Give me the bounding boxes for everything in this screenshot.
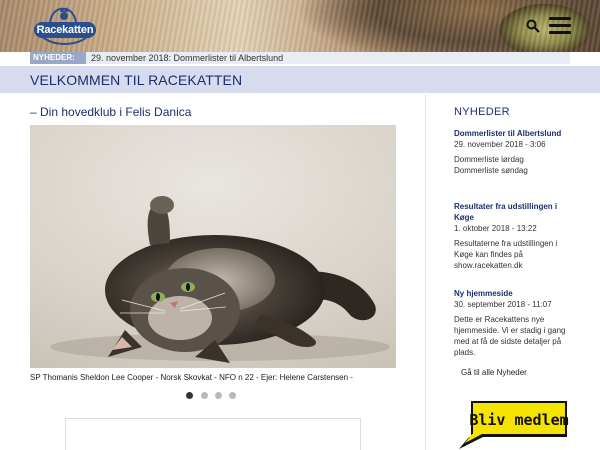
logo-text: Racekatten [34,22,96,38]
header-banner: Racekatten [0,0,600,52]
join-button-label: Bliv medlem [469,411,568,429]
slide-dot-2[interactable] [201,392,208,399]
cat-photo [50,196,390,363]
sidebar-divider [425,95,426,450]
news-headline-link[interactable]: Resultater fra udstillingen i Køge [454,201,574,223]
page-title: VELKOMMEN TIL RACEKATTEN [30,72,243,88]
news-item: Resultater fra udstillingen i Køge 1. ok… [454,201,574,271]
slide-dot-1[interactable] [186,392,193,399]
all-news-link[interactable]: Gå til alle Nyheder [461,368,527,377]
page-subtitle: – Din hovedklub i Felis Danica [30,105,192,119]
news-body-link[interactable]: Dommerliste søndag [454,165,574,176]
menu-icon-bar [549,31,571,34]
search-icon[interactable] [526,19,540,33]
menu-icon[interactable] [549,17,571,35]
slide-dot-3[interactable] [215,392,222,399]
slide-caption: SP Thomanis Sheldon Lee Cooper - Norsk S… [30,373,353,382]
ticker-headline-link[interactable]: 29. november 2018: Dommerlister til Albe… [91,52,283,64]
slideshow-image[interactable] [30,125,396,368]
sidebar-title: NYHEDER [454,106,510,118]
slideshow-pagination [186,392,242,400]
news-ticker: NYHEDER: 29. november 2018: Dommerlister… [30,52,570,64]
content-card [65,418,361,450]
welcome-bar: VELKOMMEN TIL RACEKATTEN [0,66,600,93]
join-button[interactable]: Bliv medlem [453,399,571,450]
ticker-label: NYHEDER: [30,52,86,64]
join-badge-icon: Bliv medlem [459,401,569,449]
news-date: 30. september 2018 - 11:07 [454,300,552,309]
news-item: Dommerlister til Albertslund 29. novembe… [454,128,574,176]
menu-icon-bar [549,24,571,27]
news-headline-link[interactable]: Ny hjemmeside [454,288,574,299]
news-body-link[interactable]: Dommerliste lørdag [454,154,574,165]
news-body: Resultaterne fra udstillingen i Køge kan… [454,239,558,270]
menu-icon-bar [549,17,571,20]
news-body: Dette er Racekattens nye hjemmeside. Vi … [454,315,566,357]
slide-dot-4[interactable] [229,392,236,399]
news-item: Ny hjemmeside 30. september 2018 - 11:07… [454,288,574,358]
news-date: 29. november 2018 - 3:06 [454,140,546,149]
news-headline-link[interactable]: Dommerlister til Albertslund [454,128,574,139]
news-date: 1. oktober 2018 - 13:22 [454,224,537,233]
site-logo[interactable]: Racekatten [30,6,96,46]
